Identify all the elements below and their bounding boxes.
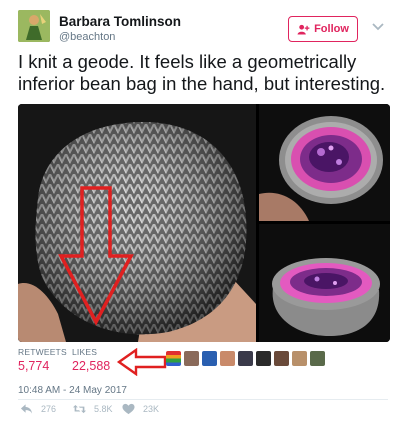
tweet-actions: 276 5.8K 23K [18,403,388,423]
retweets-stat[interactable]: RETWEETS 5,774 [18,347,67,373]
liker-avatar[interactable] [220,351,235,366]
reply-count: 276 [41,404,57,414]
liker-avatar[interactable] [166,351,181,366]
liker-avatar[interactable] [310,351,325,366]
likes-label: LIKES [72,347,98,357]
likes-count: 22,588 [72,359,111,373]
retweet-button[interactable]: 5.8K [73,403,113,415]
tweet-header: Barbara Tomlinson @beachton Follow [18,10,388,50]
liker-avatar[interactable] [184,351,199,366]
liker-avatars [166,351,325,368]
like-button[interactable]: 23K [122,403,159,415]
engagement-stats: RETWEETS 5,774 LIKES 22,588 [18,347,388,379]
user-name[interactable]: Barbara Tomlinson [59,14,181,29]
liker-avatar[interactable] [238,351,253,366]
divider [18,399,388,400]
retweet-icon [73,404,86,414]
follow-person-icon [297,24,310,35]
tweet-text: I knit a geode. It feels like a geometri… [18,51,386,94]
likes-stat[interactable]: LIKES 22,588 [72,347,110,373]
tweet-timestamp[interactable]: 10:48 AM - 24 May 2017 [18,385,127,396]
follow-label: Follow [314,23,349,35]
liker-avatar[interactable] [202,351,217,366]
photo-geode-crystal-top[interactable] [259,104,390,221]
avatar[interactable] [18,10,50,42]
liker-avatar[interactable] [256,351,271,366]
annotation-arrow-icon [116,348,167,376]
reply-button[interactable]: 276 [20,403,56,415]
media-grid [18,104,390,342]
photo-geode-crystal-side[interactable] [259,224,390,342]
liker-avatar[interactable] [292,351,307,366]
reply-icon [20,404,33,414]
retweets-count: 5,774 [18,359,50,373]
like-count: 23K [143,404,160,414]
heart-icon [122,403,135,415]
user-handle[interactable]: @beachton [59,31,115,43]
follow-button[interactable]: Follow [288,16,358,42]
liker-avatar[interactable] [274,351,289,366]
chevron-down-icon[interactable] [372,22,384,32]
photo-knit-geode-hand[interactable] [18,104,256,342]
retweets-label: RETWEETS [18,347,67,357]
retweet-count: 5.8K [94,404,113,414]
